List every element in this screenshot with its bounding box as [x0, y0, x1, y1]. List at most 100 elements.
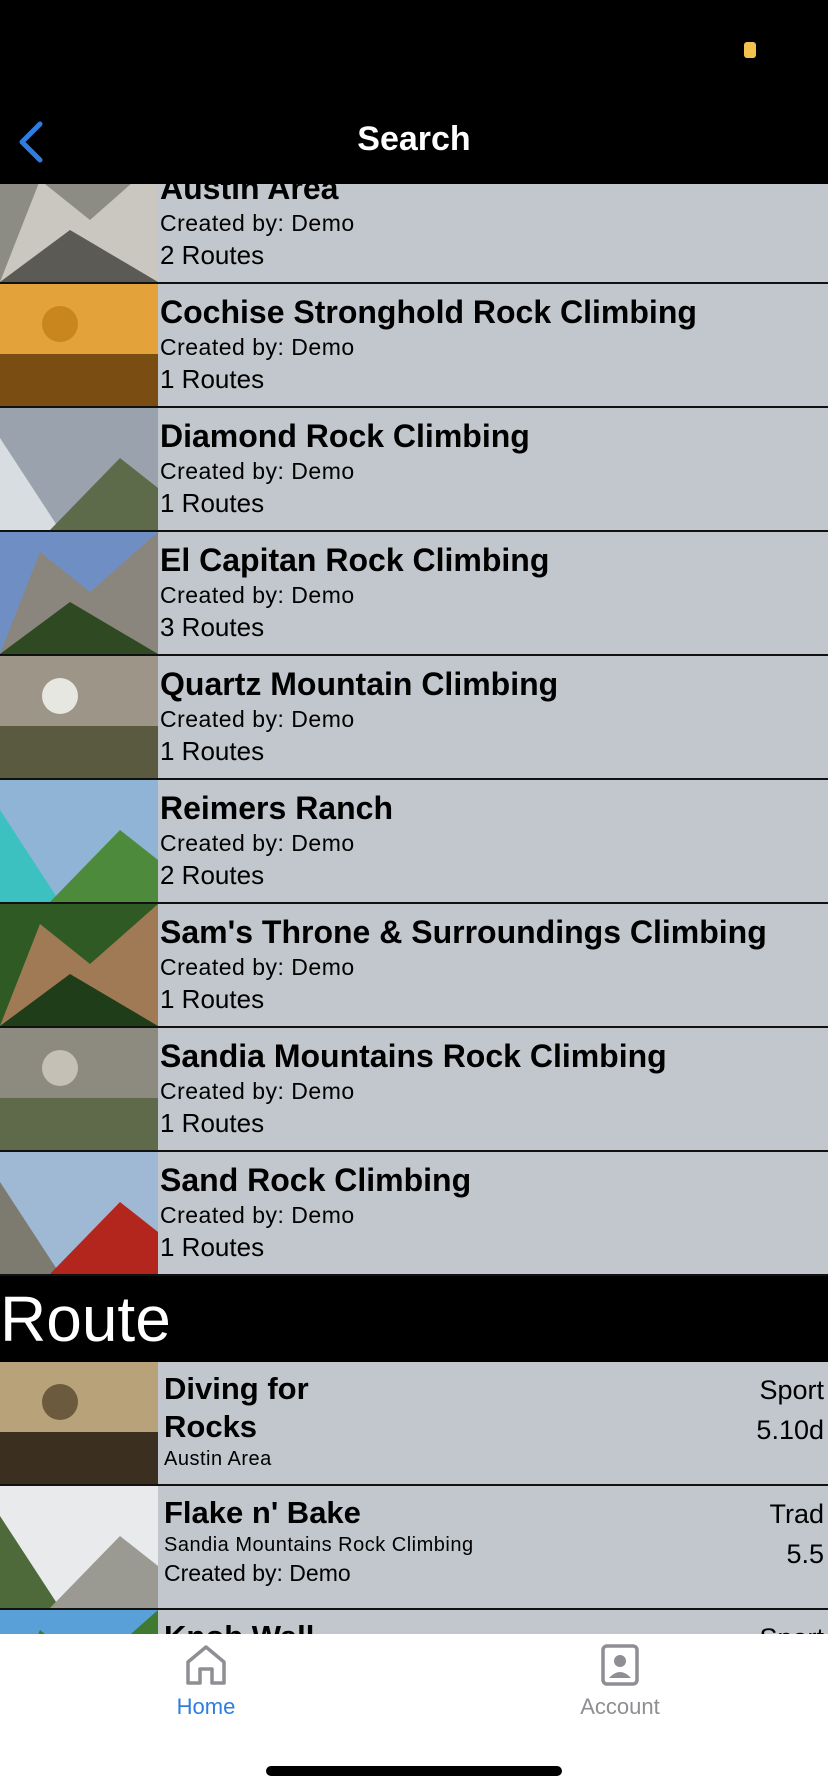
area-thumbnail: [0, 184, 158, 282]
area-row[interactable]: Quartz Mountain Climbing Created by: Dem…: [0, 656, 828, 780]
area-text: Austin Area Created by: Demo 2 Routes: [160, 184, 820, 272]
area-creator: Created by: Demo: [160, 830, 355, 856]
tab-account[interactable]: Account: [540, 1642, 700, 1720]
home-indicator: [266, 1766, 562, 1776]
area-text: Reimers Ranch Created by: Demo 2 Routes: [160, 788, 820, 892]
area-text: Sandia Mountains Rock Climbing Created b…: [160, 1036, 820, 1140]
route-grade: 5.10d: [756, 1415, 824, 1445]
area-text: Sam's Throne & Surroundings Climbing Cre…: [160, 912, 820, 1016]
area-title: Cochise Stronghold Rock Climbing: [160, 294, 697, 330]
route-type: Trad: [769, 1499, 824, 1529]
area-route-count: 1 Routes: [160, 488, 265, 518]
area-title: Reimers Ranch: [160, 790, 393, 826]
section-header-route: Route: [0, 1276, 828, 1362]
thumbnail-image: [0, 1486, 158, 1608]
area-creator: Created by: Demo: [160, 458, 355, 484]
account-icon: [601, 1644, 639, 1686]
area-thumbnail: [0, 284, 158, 406]
area-thumbnail: [0, 1152, 158, 1274]
route-title: Flake n' Bake: [164, 1495, 361, 1530]
route-text: Knob Wall: [164, 1618, 708, 1634]
route-info: Sport 5.10d: [756, 1618, 824, 1634]
search-results[interactable]: Austin Area Created by: Demo 2 Routes Co…: [0, 184, 828, 1634]
route-text: Flake n' Bake Sandia Mountains Rock Clim…: [164, 1494, 708, 1588]
page-title: Search: [357, 120, 471, 158]
area-thumbnail: [0, 532, 158, 654]
area-thumbnail: [0, 656, 158, 778]
route-title: Knob Wall: [164, 1618, 708, 1634]
route-type: Sport: [759, 1375, 824, 1405]
area-route-count: 2 Routes: [160, 240, 265, 270]
thumbnail-image: [0, 408, 158, 530]
area-route-count: 2 Routes: [160, 860, 265, 890]
tab-home-label: Home: [176, 1694, 236, 1719]
area-title: Sam's Throne & Surroundings Climbing: [160, 914, 767, 950]
area-creator: Created by: Demo: [160, 582, 355, 608]
route-area: Sandia Mountains Rock Climbing: [164, 1534, 474, 1556]
area-route-count: 1 Routes: [160, 984, 265, 1014]
area-row[interactable]: Austin Area Created by: Demo 2 Routes: [0, 184, 828, 284]
area-title: Sandia Mountains Rock Climbing: [160, 1038, 667, 1074]
area-row[interactable]: Diamond Rock Climbing Created by: Demo 1…: [0, 408, 828, 532]
route-area: Austin Area: [164, 1448, 272, 1470]
status-bar: [0, 0, 828, 100]
thumbnail-image: [0, 904, 158, 1026]
area-title: Austin Area: [160, 184, 339, 206]
thumbnail-image: [0, 780, 158, 902]
route-info: Sport 5.10d: [756, 1370, 824, 1450]
thumbnail-image: [0, 1152, 158, 1274]
area-row[interactable]: Reimers Ranch Created by: Demo 2 Routes: [0, 780, 828, 904]
area-thumbnail: [0, 780, 158, 902]
area-row[interactable]: El Capitan Rock Climbing Created by: Dem…: [0, 532, 828, 656]
area-text: Cochise Stronghold Rock Climbing Created…: [160, 292, 820, 396]
route-row[interactable]: Knob Wall Sport 5.10d: [0, 1610, 828, 1634]
results-list: Austin Area Created by: Demo 2 Routes Co…: [0, 184, 828, 1634]
thumbnail-image: [0, 1610, 158, 1634]
area-row[interactable]: Cochise Stronghold Rock Climbing Created…: [0, 284, 828, 408]
area-thumbnail: [0, 904, 158, 1026]
route-text: Diving for Rocks Austin Area: [164, 1370, 708, 1472]
route-grade: 5.5: [786, 1539, 824, 1569]
route-title: Diving for Rocks: [164, 1371, 309, 1444]
area-creator: Created by: Demo: [160, 1202, 355, 1228]
route-type: Sport: [756, 1618, 824, 1634]
route-creator: Created by: Demo: [164, 1560, 351, 1586]
route-thumbnail: [0, 1362, 158, 1484]
area-route-count: 3 Routes: [160, 612, 265, 642]
area-row[interactable]: Sand Rock Climbing Created by: Demo 1 Ro…: [0, 1152, 828, 1276]
thumbnail-image: [0, 532, 158, 654]
tab-account-label: Account: [580, 1694, 660, 1719]
area-thumbnail: [0, 408, 158, 530]
area-text: El Capitan Rock Climbing Created by: Dem…: [160, 540, 820, 644]
area-creator: Created by: Demo: [160, 954, 355, 980]
area-route-count: 1 Routes: [160, 736, 265, 766]
thumbnail-image: [0, 656, 158, 778]
area-title: Sand Rock Climbing: [160, 1162, 472, 1198]
route-thumbnail: [0, 1486, 158, 1608]
area-creator: Created by: Demo: [160, 334, 355, 360]
area-row[interactable]: Sam's Throne & Surroundings Climbing Cre…: [0, 904, 828, 1028]
area-route-count: 1 Routes: [160, 1232, 265, 1262]
area-creator: Created by: Demo: [160, 1078, 355, 1104]
thumbnail-image: [0, 1028, 158, 1150]
area-text: Sand Rock Climbing Created by: Demo 1 Ro…: [160, 1160, 820, 1264]
navigation-bar: Search: [0, 100, 828, 184]
thumbnail-image: [0, 284, 158, 406]
route-row[interactable]: Diving for Rocks Austin Area Sport 5.10d: [0, 1362, 828, 1486]
area-route-count: 1 Routes: [160, 1108, 265, 1138]
area-creator: Created by: Demo: [160, 706, 355, 732]
thumbnail-image: [0, 184, 158, 282]
area-title: El Capitan Rock Climbing: [160, 542, 550, 578]
area-thumbnail: [0, 1028, 158, 1150]
area-text: Quartz Mountain Climbing Created by: Dem…: [160, 664, 820, 768]
route-thumbnail: [0, 1610, 158, 1634]
tab-home[interactable]: Home: [126, 1642, 286, 1720]
route-row[interactable]: Flake n' Bake Sandia Mountains Rock Clim…: [0, 1486, 828, 1610]
area-title: Quartz Mountain Climbing: [160, 666, 559, 702]
area-title: Diamond Rock Climbing: [160, 418, 530, 454]
area-creator: Created by: Demo: [160, 210, 355, 236]
area-text: Diamond Rock Climbing Created by: Demo 1…: [160, 416, 820, 520]
battery-icon: [744, 42, 756, 58]
area-row[interactable]: Sandia Mountains Rock Climbing Created b…: [0, 1028, 828, 1152]
area-route-count: 1 Routes: [160, 364, 265, 394]
